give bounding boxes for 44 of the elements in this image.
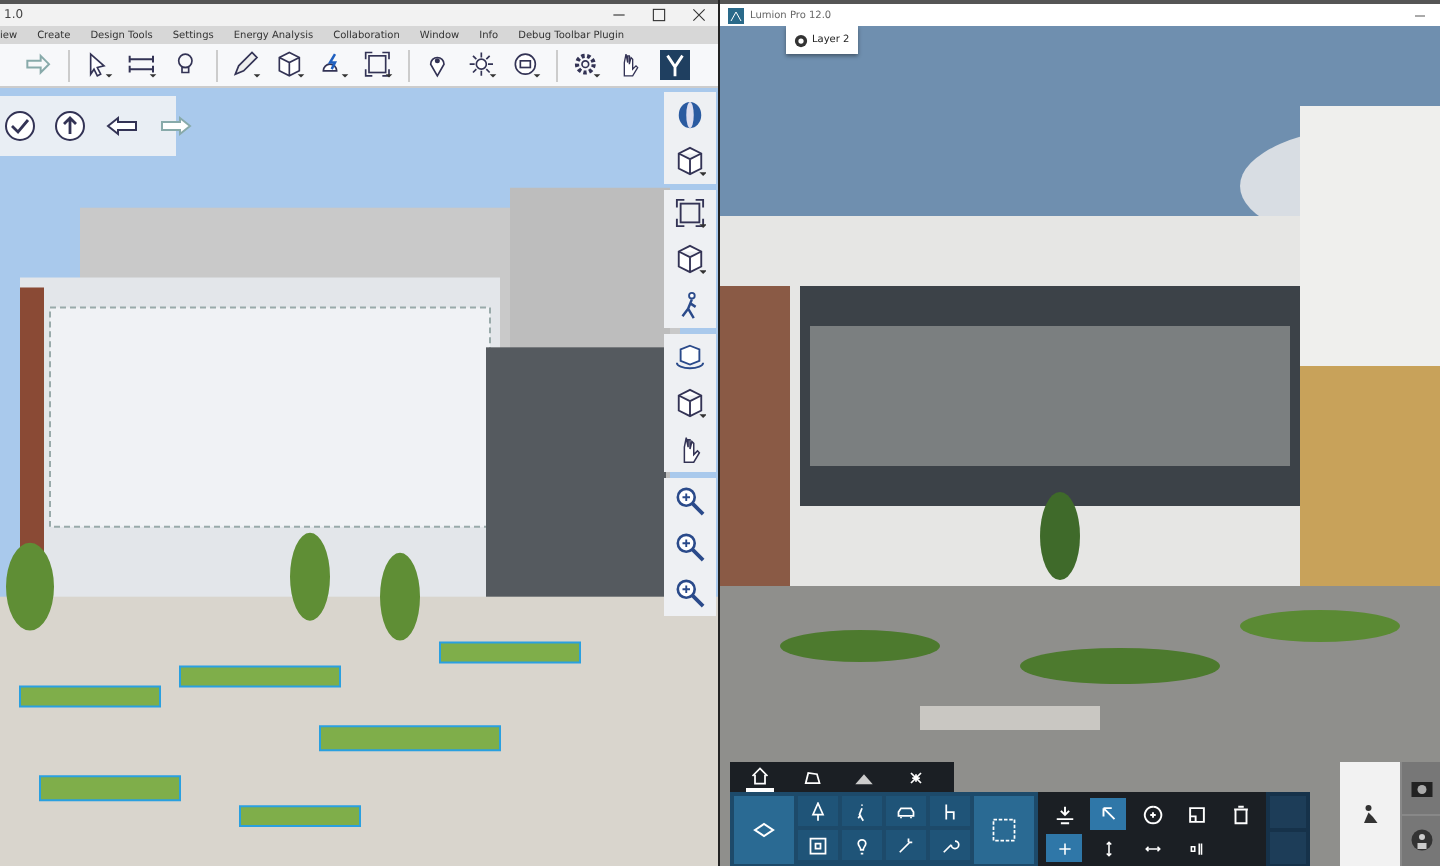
app-logo-icon[interactable] — [728, 7, 744, 23]
category-button[interactable] — [798, 796, 838, 826]
home-icon[interactable] — [750, 765, 770, 785]
tree-icon[interactable] — [808, 801, 828, 821]
zoom-icon[interactable] — [674, 578, 706, 608]
sun-icon[interactable] — [468, 50, 498, 80]
close-icon[interactable] — [689, 6, 707, 24]
frame-icon[interactable] — [364, 50, 394, 80]
category-button[interactable] — [930, 830, 970, 860]
person-icon[interactable] — [1410, 828, 1434, 853]
align-icon[interactable] — [1187, 839, 1205, 857]
app-logo-icon[interactable] — [660, 50, 690, 80]
zoom-icon[interactable] — [674, 532, 706, 562]
dial-icon[interactable] — [512, 50, 542, 80]
trash-icon[interactable] — [1229, 803, 1251, 825]
dashed-square-icon[interactable] — [990, 816, 1018, 844]
category-button[interactable] — [842, 830, 882, 860]
layers-icon[interactable] — [752, 818, 776, 842]
back-arrow-icon[interactable] — [104, 110, 140, 142]
gear-icon[interactable] — [572, 50, 602, 80]
dimension-icon[interactable] — [128, 50, 158, 80]
maximize-icon[interactable] — [649, 6, 667, 24]
category-button[interactable] — [798, 830, 838, 860]
grid-icon[interactable] — [808, 835, 828, 855]
orbit-icon[interactable] — [674, 342, 706, 372]
zoom-icon[interactable] — [674, 486, 706, 516]
bulb-icon[interactable] — [852, 835, 872, 855]
mode-button[interactable] — [1402, 762, 1440, 813]
category-button[interactable] — [886, 796, 926, 826]
pencil-icon[interactable] — [232, 50, 262, 80]
resize-icon[interactable] — [1185, 803, 1207, 825]
target-icon[interactable] — [1141, 803, 1163, 825]
place-icon[interactable] — [1053, 803, 1075, 825]
shapes-icon[interactable] — [320, 50, 350, 80]
move-icon[interactable] — [1055, 839, 1073, 857]
checkmark-icon[interactable] — [4, 110, 36, 142]
category-button[interactable] — [886, 830, 926, 860]
mode-button[interactable] — [1402, 815, 1440, 866]
category-button[interactable] — [842, 796, 882, 826]
cursor-icon[interactable] — [84, 50, 114, 80]
car-icon[interactable] — [896, 801, 916, 821]
sun-icon[interactable] — [906, 767, 926, 787]
category-button[interactable] — [930, 796, 970, 826]
chair-icon[interactable] — [940, 801, 960, 821]
